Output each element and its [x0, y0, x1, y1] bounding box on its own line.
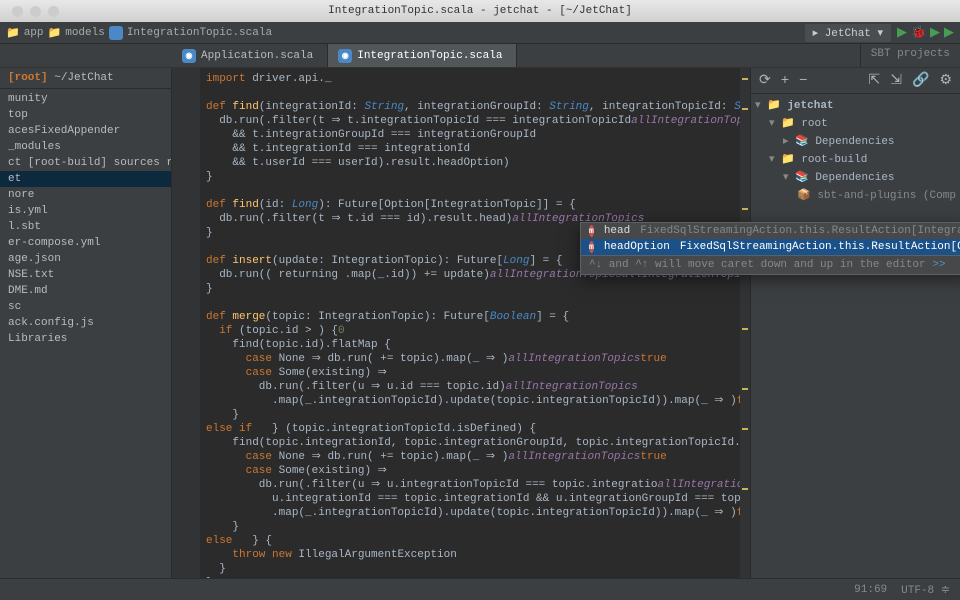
- completion-hint: ^↓ and ^↑ will move caret down and up in…: [581, 255, 960, 274]
- project-tree-item[interactable]: Libraries: [0, 331, 171, 347]
- project-tree-item[interactable]: _modules: [0, 139, 171, 155]
- run-buttons: ▶ 🐞 ▶ ▶: [897, 25, 954, 40]
- sbt-node[interactable]: ▾📁 root-build: [751, 150, 960, 168]
- project-tree-item[interactable]: munity: [0, 91, 171, 107]
- completion-item[interactable]: m headOption FixedSqlStreamingAction.thi…: [581, 239, 960, 255]
- completion-popup[interactable]: m head FixedSqlStreamingAction.this.Resu…: [580, 222, 960, 275]
- project-root[interactable]: [root] ~/JetChat: [0, 68, 171, 89]
- sbt-panel-label[interactable]: SBT projects: [860, 44, 960, 67]
- scala-file-icon: ◉: [182, 49, 196, 63]
- project-tree-item[interactable]: NSE.txt: [0, 267, 171, 283]
- settings-icon[interactable]: ⚙: [939, 72, 952, 89]
- project-tree-item[interactable]: acesFixedAppender: [0, 123, 171, 139]
- sbt-node[interactable]: 📦 sbt-and-plugins (Comp: [751, 186, 960, 204]
- breadcrumb[interactable]: 📁app 📁models ◉IntegrationTopic.scala: [6, 26, 272, 40]
- tab-integrationtopic[interactable]: ◉IntegrationTopic.scala: [328, 44, 517, 67]
- tab-application[interactable]: ◉Application.scala: [172, 44, 328, 67]
- sbt-node[interactable]: ▸📚 Dependencies: [751, 132, 960, 150]
- error-stripe[interactable]: [740, 68, 750, 578]
- project-tree-item[interactable]: ct [root-build] sources root: [0, 155, 171, 171]
- scala-file-icon: ◉: [109, 26, 123, 40]
- method-icon: m: [589, 241, 594, 253]
- collapse-icon[interactable]: ⇲: [890, 72, 902, 89]
- add-icon[interactable]: +: [781, 73, 789, 89]
- remove-icon[interactable]: −: [799, 73, 807, 89]
- window-title: IntegrationTopic.scala - jetchat - [~/Je…: [328, 5, 632, 17]
- debug-icon[interactable]: 🐞: [911, 25, 926, 40]
- editor-tabs: ◉Application.scala ◉IntegrationTopic.sca…: [0, 44, 960, 68]
- caret-position[interactable]: 91:69: [854, 584, 887, 596]
- project-tree-item[interactable]: DME.md: [0, 283, 171, 299]
- code-editor[interactable]: import driver.api._ def find(integration…: [172, 68, 750, 578]
- refresh-icon[interactable]: ⟳: [759, 72, 771, 89]
- project-tree-item[interactable]: top: [0, 107, 171, 123]
- project-tree-item[interactable]: is.yml: [0, 203, 171, 219]
- project-panel[interactable]: [root] ~/JetChat munitytopacesFixedAppen…: [0, 68, 172, 578]
- project-tree-item[interactable]: ack.config.js: [0, 315, 171, 331]
- breadcrumb-bar: 📁app 📁models ◉IntegrationTopic.scala ▸ J…: [0, 22, 960, 44]
- run-config-selector[interactable]: ▸ JetChat ▾: [805, 24, 891, 42]
- sbt-project-root[interactable]: ▾📁 jetchat: [751, 96, 960, 114]
- folder-icon: 📁: [6, 26, 20, 40]
- run-icon[interactable]: ▶: [897, 25, 907, 40]
- folder-icon: 📁: [48, 26, 62, 40]
- traffic-lights[interactable]: [12, 6, 59, 17]
- scala-file-icon: ◉: [338, 49, 352, 63]
- sbt-node[interactable]: ▾📚 Dependencies: [751, 168, 960, 186]
- sbt-tool-window[interactable]: ⟳ + − ⇱ ⇲ 🔗 ⚙ ▾📁 jetchat ▾📁 root ▸📚 Depe…: [750, 68, 960, 578]
- expand-icon[interactable]: ⇱: [869, 72, 881, 89]
- project-tree-item[interactable]: er-compose.yml: [0, 235, 171, 251]
- run-coverage-icon[interactable]: ▶: [930, 25, 940, 40]
- encoding[interactable]: UTF-8 ≑: [901, 583, 950, 597]
- project-tree-item[interactable]: l.sbt: [0, 219, 171, 235]
- method-icon: m: [589, 225, 594, 237]
- gutter[interactable]: [172, 68, 200, 578]
- status-bar: 91:69 UTF-8 ≑: [0, 578, 960, 600]
- sbt-node[interactable]: ▾📁 root: [751, 114, 960, 132]
- project-tree-item[interactable]: et: [0, 171, 171, 187]
- window-titlebar: IntegrationTopic.scala - jetchat - [~/Je…: [0, 0, 960, 22]
- run-profile-icon[interactable]: ▶: [944, 25, 954, 40]
- project-tree-item[interactable]: age.json: [0, 251, 171, 267]
- project-tree-item[interactable]: nore: [0, 187, 171, 203]
- link-icon[interactable]: 🔗: [912, 72, 929, 89]
- project-tree-item[interactable]: sc: [0, 299, 171, 315]
- completion-item[interactable]: m head FixedSqlStreamingAction.this.Resu…: [581, 223, 960, 239]
